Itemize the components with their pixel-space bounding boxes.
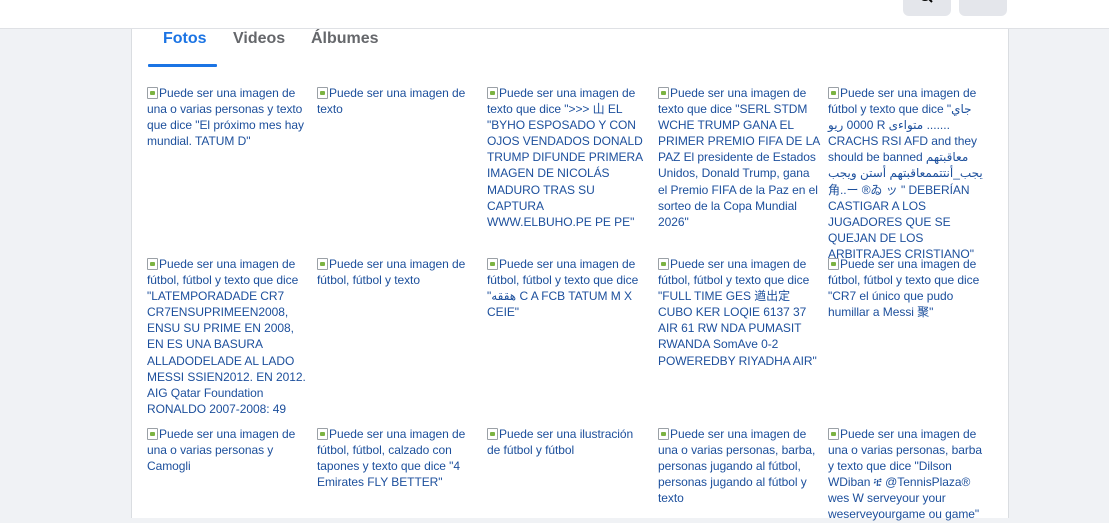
photo-tile[interactable]: Puede ser una imagen de una o varias per…: [828, 426, 990, 523]
photo-alt-text: Puede ser una imagen de fútbol, fútbol y…: [317, 257, 466, 288]
photo-alt-text: Puede ser una imagen de texto que dice "…: [658, 86, 820, 229]
broken-image-icon: [147, 258, 158, 270]
photo-alt-text: Puede ser una imagen de fútbol, fútbol, …: [317, 427, 466, 490]
broken-image-icon: [658, 87, 669, 99]
photo-tile[interactable]: Puede ser una ilustración de fútbol y fú…: [487, 426, 649, 458]
photos-panel: Fotos Videos Álbumes Puede ser una image…: [131, 29, 1009, 521]
photo-tile[interactable]: Puede ser una imagen de texto que dice "…: [487, 85, 649, 230]
photo-alt-text: Puede ser una imagen de una o varias per…: [147, 427, 296, 474]
photo-alt-text: Puede ser una imagen de texto: [317, 86, 466, 117]
broken-image-icon: [828, 258, 839, 270]
broken-image-icon: [828, 428, 839, 440]
photo-tile[interactable]: Puede ser una imagen de fútbol, fútbol y…: [487, 256, 649, 320]
broken-image-icon: [828, 87, 839, 99]
top-navigation-bar: [0, 0, 1109, 29]
photo-alt-text: Puede ser una imagen de fútbol, fútbol y…: [147, 257, 306, 416]
broken-image-icon: [658, 428, 669, 440]
photo-alt-text: Puede ser una imagen de una o varias per…: [147, 86, 304, 149]
broken-image-icon: [487, 428, 498, 440]
photo-tile[interactable]: Puede ser una imagen de texto que dice "…: [658, 85, 820, 230]
photo-alt-text: Puede ser una imagen de texto que dice "…: [487, 86, 643, 229]
broken-image-icon: [487, 258, 498, 270]
photo-tile[interactable]: Puede ser una imagen de fútbol, fútbol y…: [658, 256, 820, 369]
broken-image-icon: [147, 87, 158, 99]
broken-image-icon: [658, 258, 669, 270]
search-icon: [921, 0, 933, 3]
photo-tile[interactable]: Puede ser una imagen de fútbol y texto q…: [828, 85, 990, 262]
photo-alt-text: Puede ser una imagen de una o varias per…: [658, 427, 816, 506]
photo-tile[interactable]: Puede ser una imagen de fútbol, fútbol y…: [828, 256, 990, 320]
tab-videos[interactable]: Videos: [233, 30, 285, 48]
photo-alt-text: Puede ser una imagen de fútbol, fútbol y…: [487, 257, 639, 320]
broken-image-icon: [317, 87, 328, 99]
search-button[interactable]: [903, 0, 951, 16]
photo-tile[interactable]: Puede ser una imagen de fútbol, fútbol, …: [317, 426, 479, 490]
photo-tile[interactable]: Puede ser una imagen de fútbol, fútbol y…: [317, 256, 479, 288]
tab-albumes[interactable]: Álbumes: [311, 30, 379, 48]
photo-tile[interactable]: Puede ser una imagen de una o varias per…: [147, 426, 309, 474]
photo-tile[interactable]: Puede ser una imagen de una o varias per…: [658, 426, 820, 506]
photo-tile[interactable]: Puede ser una imagen de fútbol, fútbol y…: [147, 256, 309, 417]
photo-alt-text: Puede ser una imagen de una o varias per…: [828, 427, 983, 522]
broken-image-icon: [147, 428, 158, 440]
photo-alt-text: Puede ser una ilustración de fútbol y fú…: [487, 427, 634, 458]
active-tab-indicator: [148, 64, 217, 67]
photo-alt-text: Puede ser una imagen de fútbol, fútbol y…: [828, 257, 980, 320]
menu-button[interactable]: [959, 0, 1007, 16]
photo-tile[interactable]: Puede ser una imagen de texto: [317, 85, 479, 117]
photo-alt-text: Puede ser una imagen de fútbol, fútbol y…: [658, 257, 817, 368]
broken-image-icon: [317, 258, 328, 270]
photo-alt-text: Puede ser una imagen de fútbol y texto q…: [828, 86, 983, 261]
broken-image-icon: [487, 87, 498, 99]
tab-fotos[interactable]: Fotos: [163, 30, 207, 48]
photo-tile[interactable]: Puede ser una imagen de una o varias per…: [147, 85, 309, 149]
broken-image-icon: [317, 428, 328, 440]
